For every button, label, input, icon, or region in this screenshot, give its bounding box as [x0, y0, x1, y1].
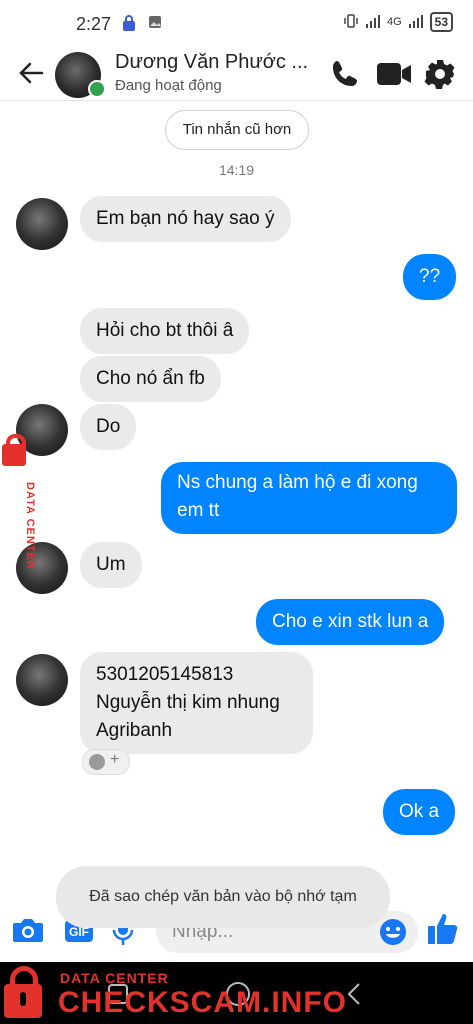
message-outgoing[interactable]: ??	[403, 254, 457, 300]
watermark-lock-body	[2, 444, 26, 466]
gallery-icon	[148, 15, 162, 34]
plus-icon: +	[110, 751, 120, 768]
video-call-icon[interactable]	[376, 58, 412, 95]
settings-gear-icon[interactable]	[424, 58, 456, 95]
message-outgoing[interactable]: Ns chung a làm hộ e đi xong em tt	[161, 462, 457, 534]
vibrate-icon	[343, 13, 359, 32]
message-timestamp: 14:19	[218, 162, 255, 178]
watermark-side-text-sub: DATA CENTER	[24, 482, 36, 570]
message-line: Ns chung a làm hộ e đi xong	[177, 472, 418, 493]
status-bar: 2:27 4G 53	[0, 0, 473, 48]
network-type: 4G	[386, 16, 402, 28]
older-messages-button[interactable]: Tin nhắn cũ hơn	[165, 110, 309, 150]
message-line: em tt	[177, 500, 220, 521]
phone-icon[interactable]	[329, 58, 361, 95]
sender-avatar[interactable]	[16, 198, 68, 250]
smiley-icon	[89, 754, 105, 770]
clipboard-toast: Đã sao chép văn bản vào bộ nhớ tạm	[56, 866, 390, 928]
add-reaction-button[interactable]: +	[82, 749, 130, 775]
online-indicator	[88, 80, 106, 98]
contact-name[interactable]: Dương Văn Phước ...	[115, 51, 308, 74]
message-line: Agribanh	[96, 720, 173, 741]
lock-icon	[122, 14, 136, 37]
watermark-bottom-logo: DATA CENTER CHECKSCAM.INFO	[0, 962, 346, 1024]
message-line: 5301205145813	[96, 664, 234, 685]
message-line: Nguyễn thị kim nhung	[96, 692, 280, 713]
message-incoming[interactable]: Em bạn nó hay sao ý	[80, 196, 291, 242]
signal-icon-2	[408, 14, 424, 31]
message-incoming[interactable]: Hỏi cho bt thôi â	[80, 308, 250, 354]
back-nav-icon[interactable]	[344, 982, 364, 1011]
watermark-bottom-text-sub: DATA CENTER	[60, 970, 169, 986]
watermark-bottom-text-main: CHECKSCAM.INFO	[58, 986, 347, 1019]
signal-icon	[365, 14, 381, 31]
message-incoming[interactable]: 5301205145813 Nguyễn thị kim nhung Agrib…	[80, 652, 313, 754]
watermark-side-logo: CHECKSCAM.INFO DATA CENTER	[0, 432, 52, 672]
message-outgoing[interactable]: Ok a	[383, 789, 456, 835]
contact-status: Đang hoạt động	[115, 77, 222, 94]
message-incoming[interactable]: Cho nó ẩn fb	[80, 356, 221, 402]
battery-indicator: 53	[429, 12, 453, 32]
chat-header: Dương Văn Phước ... Đang hoạt động	[0, 48, 473, 101]
message-incoming[interactable]: Um	[80, 542, 142, 588]
back-arrow-icon[interactable]	[18, 60, 44, 91]
message-incoming[interactable]: Do	[80, 404, 137, 450]
camera-icon[interactable]	[12, 915, 44, 950]
watermark-keyhole	[20, 992, 26, 1006]
thumbs-up-icon[interactable]	[426, 911, 460, 952]
clock: 2:27	[76, 14, 112, 34]
emoji-icon[interactable]	[378, 917, 408, 952]
message-outgoing[interactable]: Cho e xin stk lun a	[256, 599, 445, 645]
